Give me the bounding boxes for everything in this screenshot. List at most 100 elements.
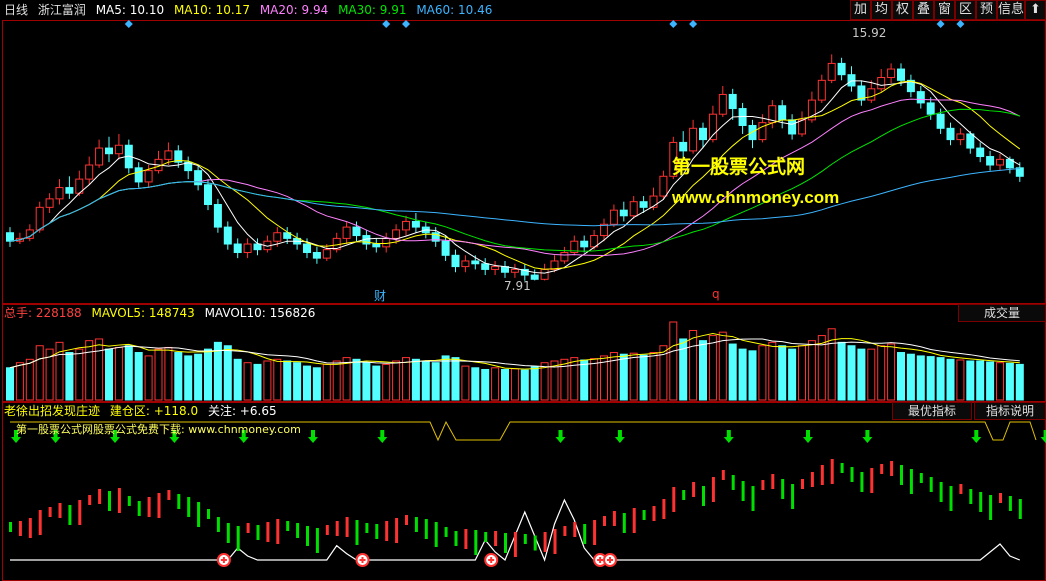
trend-dash <box>632 508 636 533</box>
trend-dash <box>731 475 735 490</box>
candle-body <box>897 68 905 81</box>
candle-body <box>55 187 64 200</box>
volume-bar <box>966 360 975 401</box>
candle-body <box>352 226 361 237</box>
volume-bar <box>857 348 866 401</box>
trend-dash <box>68 505 72 525</box>
toolbar-button-rights[interactable]: 权 <box>892 0 913 20</box>
volume-bar <box>847 345 856 401</box>
volume-bar <box>124 345 133 401</box>
low-price-label: 7.91 <box>504 279 531 293</box>
trend-dash <box>147 497 151 517</box>
period-label[interactable]: 日线 <box>4 3 28 17</box>
down-arrow-icon <box>377 430 388 443</box>
event-diamond-icon <box>124 20 133 28</box>
candle-body <box>689 127 698 152</box>
toolbar-button-range[interactable]: 区 <box>955 0 976 20</box>
toolbar-button-window[interactable]: 窗 <box>934 0 955 20</box>
candle-body <box>6 232 14 242</box>
volume-bar <box>897 352 905 401</box>
ma30-readout: MA30: 9.91 <box>338 3 407 17</box>
trend-dash <box>276 519 280 544</box>
price-chart[interactable] <box>0 20 1046 306</box>
best-indicator-tab[interactable]: 最优指标 <box>892 402 972 420</box>
trend-dash <box>593 520 597 545</box>
trend-dash <box>187 497 191 517</box>
trend-dash <box>78 500 82 525</box>
trend-dash <box>375 524 379 539</box>
candle-body <box>867 88 876 101</box>
ma20-readout: MA20: 9.94 <box>259 3 329 17</box>
trend-dash <box>256 525 260 540</box>
volume-bar <box>382 363 391 401</box>
candle-body <box>986 156 995 166</box>
indicator-header: 老徐出招发现庄迹 建仓区: +118.0 关注: +6.65 <box>4 403 283 419</box>
volume-bar <box>204 348 212 401</box>
volume-bar <box>590 358 599 401</box>
toolbar-collapse-icon[interactable]: ⬆ <box>1025 0 1046 20</box>
volume-bar <box>322 363 331 401</box>
main-chart-header: 日线 浙江富润 MA5: 10.10 MA10: 10.17 MA20: 9.9… <box>4 2 498 18</box>
q-marker[interactable]: q <box>712 287 720 301</box>
high-price-label: 15.92 <box>852 26 887 40</box>
candle-body <box>441 240 450 256</box>
volume-bar <box>15 362 24 401</box>
trend-dash <box>949 486 953 511</box>
trend-dash <box>1018 499 1022 519</box>
indicator-help-tab[interactable]: 指标说明 <box>974 402 1046 420</box>
trend-dash <box>474 530 478 555</box>
toolbar-button-add[interactable]: 加 <box>850 0 871 20</box>
trend-dash <box>325 525 329 535</box>
indicator-chart[interactable] <box>0 420 1046 580</box>
trend-dash <box>315 528 319 553</box>
volume-bar <box>332 360 341 401</box>
candle-body <box>956 133 965 141</box>
trend-dash <box>929 477 933 492</box>
trend-dash <box>306 526 309 546</box>
volume-bar <box>194 353 203 401</box>
candle-body <box>827 62 836 81</box>
volume-bar <box>1005 362 1014 401</box>
volume-bar <box>144 355 153 401</box>
candle-body <box>223 226 232 245</box>
trend-dash <box>365 523 369 533</box>
down-arrow-icon <box>862 430 873 443</box>
candle-body <box>817 79 826 101</box>
finance-marker[interactable]: 财 <box>374 287 386 304</box>
volume-chart[interactable] <box>0 305 1046 401</box>
volume-bar <box>362 362 371 401</box>
trend-dash <box>513 532 517 557</box>
volume-bar <box>798 345 806 401</box>
trend-dash <box>573 522 577 537</box>
trend-dash <box>563 526 567 536</box>
volume-bar <box>986 361 995 401</box>
trend-dash <box>959 484 963 494</box>
volume-bar <box>560 358 569 401</box>
candle-body <box>95 147 104 166</box>
toolbar-button-forecast[interactable]: 预 <box>976 0 997 20</box>
toolbar-button-overlay[interactable]: 叠 <box>913 0 934 20</box>
trend-dash <box>48 507 52 517</box>
toolbar-button-info[interactable]: 信息 <box>997 0 1025 20</box>
volume-bar <box>629 352 638 401</box>
ma30-line <box>9 108 1020 252</box>
candle-body <box>530 274 539 280</box>
trend-dash <box>652 506 656 521</box>
candle-body <box>134 167 143 183</box>
trend-dash <box>197 502 201 527</box>
candle-body <box>402 220 410 231</box>
trend-dash <box>405 515 408 525</box>
volume-bar <box>669 321 678 401</box>
ma10-line <box>9 80 1021 270</box>
volume-bar <box>174 352 183 401</box>
candle-body <box>85 164 94 180</box>
volume-bar <box>906 353 915 401</box>
trend-dash <box>583 524 587 544</box>
trend-dash <box>702 486 705 506</box>
candle-body <box>114 144 123 155</box>
candle-body <box>619 209 628 217</box>
event-diamond-icon <box>956 20 965 28</box>
trend-dash <box>919 473 923 483</box>
candle-body <box>491 266 500 270</box>
toolbar-button-average[interactable]: 均 <box>871 0 892 20</box>
